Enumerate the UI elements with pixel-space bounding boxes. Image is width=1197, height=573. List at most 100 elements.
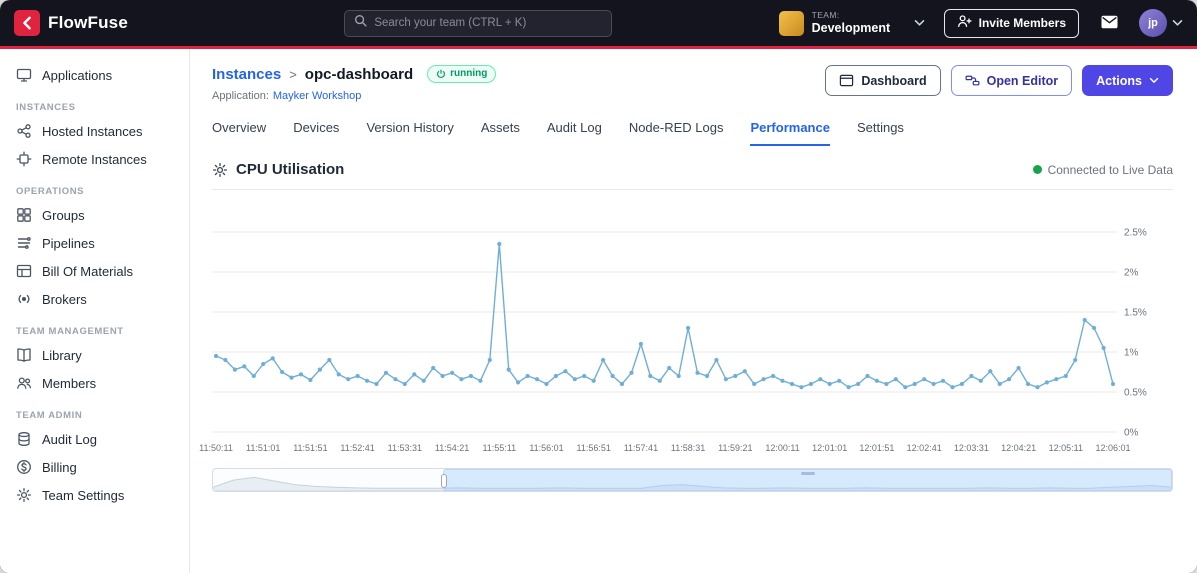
sidebar-item-library[interactable]: Library (0, 341, 189, 369)
svg-text:2%: 2% (1124, 268, 1139, 279)
tab-performance[interactable]: Performance (750, 120, 830, 146)
open-editor-button[interactable]: Open Editor (950, 65, 1073, 96)
billing-icon (17, 460, 31, 474)
svg-text:1%: 1% (1124, 348, 1139, 359)
cpu-line-chart: 0% 0.5% 1% 1.5% 2% 2.5% 11:50:11 11:51:01 11:51:… (199, 228, 1147, 454)
sidebar-section-instances: INSTANCES (16, 102, 76, 113)
sidebar-item-label: Bill Of Materials (42, 263, 134, 279)
search-icon (354, 14, 367, 32)
actions-button[interactable]: Actions (1082, 65, 1173, 96)
hosted-instances-icon (17, 124, 31, 138)
application-line: Application: Mayker Workshop (212, 90, 496, 102)
sidebar-item-label: Pipelines (42, 235, 95, 251)
svg-text:12:02:41: 12:02:41 (907, 443, 942, 453)
brand-logo[interactable]: FlowFuse (14, 10, 184, 36)
tab-audit-log[interactable]: Audit Log (547, 120, 602, 146)
svg-text:12:00:11: 12:00:11 (765, 443, 799, 453)
instance-name: opc-dashboard (304, 65, 414, 83)
team-label: TEAM: (811, 10, 840, 21)
invite-members-label: Invite Members (978, 16, 1066, 30)
members-icon (17, 377, 31, 389)
mail-icon (1100, 14, 1119, 33)
svg-text:2.5%: 2.5% (1124, 228, 1147, 239)
sidebar-item-label: Library (42, 347, 82, 363)
sidebar-section-team-management: TEAM MANAGEMENT (16, 326, 124, 337)
breadcrumb-instances-link[interactable]: Instances (212, 66, 281, 83)
sidebar-section-team-admin: TEAM ADMIN (16, 410, 83, 421)
breadcrumb: Instances > opc-dashboard running (212, 65, 497, 83)
svg-text:12:01:01: 12:01:01 (812, 443, 847, 453)
sidebar-item-label: Remote Instances (42, 151, 147, 167)
live-status-label: Connected to Live Data (1047, 162, 1173, 177)
svg-text:0.5%: 0.5% (1124, 388, 1147, 399)
gear-icon (212, 162, 228, 177)
svg-text:11:51:51: 11:51:51 (293, 443, 327, 453)
tab-version-history[interactable]: Version History (366, 120, 453, 146)
invite-members-button[interactable]: Invite Members (943, 8, 1079, 38)
sidebar-item-pipelines[interactable]: Pipelines (0, 229, 189, 257)
tab-devices[interactable]: Devices (293, 120, 339, 146)
bill-of-materials-icon (16, 264, 32, 278)
app-window: FlowFuse TEAM: Development (0, 0, 1197, 573)
open-editor-button-label: Open Editor (986, 73, 1059, 88)
breadcrumb-separator: > (289, 66, 297, 82)
applications-icon (16, 68, 32, 82)
pipelines-icon (17, 237, 31, 249)
tab-settings[interactable]: Settings (857, 120, 904, 146)
sidebar-item-remote-instances[interactable]: Remote Instances (0, 145, 189, 173)
brand-name: FlowFuse (48, 13, 128, 32)
user-menu[interactable]: jp (1139, 9, 1183, 37)
chart-brush[interactable] (212, 468, 1173, 492)
sidebar-item-groups[interactable]: Groups (0, 201, 189, 229)
sidebar-item-label: Members (42, 375, 97, 391)
sidebar-item-label: Billing (42, 459, 77, 475)
sidebar-item-applications[interactable]: Applications (0, 61, 189, 89)
svg-text:11:53:31: 11:53:31 (388, 443, 422, 453)
live-status: Connected to Live Data (1032, 162, 1173, 177)
sidebar-item-label: Hosted Instances (42, 123, 143, 139)
application-link[interactable]: Mayker Workshop (273, 90, 361, 102)
dashboard-button-label: Dashboard (861, 73, 927, 88)
node-red-editor-icon (965, 75, 980, 86)
team-selector[interactable]: TEAM: Development (773, 7, 931, 38)
sidebar-item-team-settings[interactable]: Team Settings (0, 481, 189, 509)
groups-icon (17, 208, 31, 222)
tab-node-red-logs[interactable]: Node-RED Logs (629, 120, 724, 146)
sidebar-item-bill-of-materials[interactable]: Bill Of Materials (0, 257, 189, 285)
sidebar-item-billing[interactable]: Billing (0, 453, 189, 481)
svg-text:1.5%: 1.5% (1124, 308, 1147, 319)
flowfuse-logo-icon (14, 10, 40, 36)
svg-text:11:59:21: 11:59:21 (718, 443, 752, 453)
svg-text:11:50:11: 11:50:11 (199, 443, 233, 453)
invite-user-icon (957, 14, 972, 32)
brush-grip[interactable] (800, 472, 815, 475)
dashboard-button[interactable]: Dashboard (825, 65, 941, 96)
sidebar-item-members[interactable]: Members (0, 369, 189, 397)
sidebar-item-audit-log[interactable]: Audit Log (0, 425, 189, 453)
instance-tabs: Overview Devices Version History Assets … (212, 120, 1173, 146)
svg-text:0%: 0% (1124, 428, 1139, 439)
cpu-utilisation-panel: CPU Utilisation Connected to Live Data 0… (199, 161, 1173, 492)
brush-handle-left[interactable] (441, 474, 448, 488)
svg-text:12:01:51: 12:01:51 (859, 443, 894, 453)
sidebar-item-brokers[interactable]: Brokers (0, 285, 189, 313)
status-badge: running (427, 65, 497, 83)
user-avatar: jp (1139, 9, 1167, 37)
team-search[interactable] (344, 9, 613, 37)
notifications-button[interactable] (1092, 9, 1126, 38)
tab-assets[interactable]: Assets (481, 120, 520, 146)
svg-text:11:58:31: 11:58:31 (671, 443, 705, 453)
brokers-icon (18, 294, 30, 304)
sidebar-item-label: Audit Log (42, 431, 97, 447)
svg-text:12:05:11: 12:05:11 (1049, 443, 1083, 453)
sidebar: Applications INSTANCES Hosted Instances … (0, 49, 190, 573)
sidebar-item-hosted-instances[interactable]: Hosted Instances (0, 117, 189, 145)
svg-text:11:51:01: 11:51:01 (246, 443, 280, 453)
search-input[interactable] (374, 17, 603, 29)
svg-text:12:06:01: 12:06:01 (1095, 443, 1130, 453)
brush-selection[interactable] (441, 469, 1172, 491)
sidebar-item-label: Brokers (42, 291, 87, 307)
tab-overview[interactable]: Overview (212, 120, 266, 146)
actions-button-label: Actions (1096, 73, 1142, 88)
cpu-chart-area: 0% 0.5% 1% 1.5% 2% 2.5% 11:50:11 11:51:01 11:51:… (199, 200, 1173, 492)
